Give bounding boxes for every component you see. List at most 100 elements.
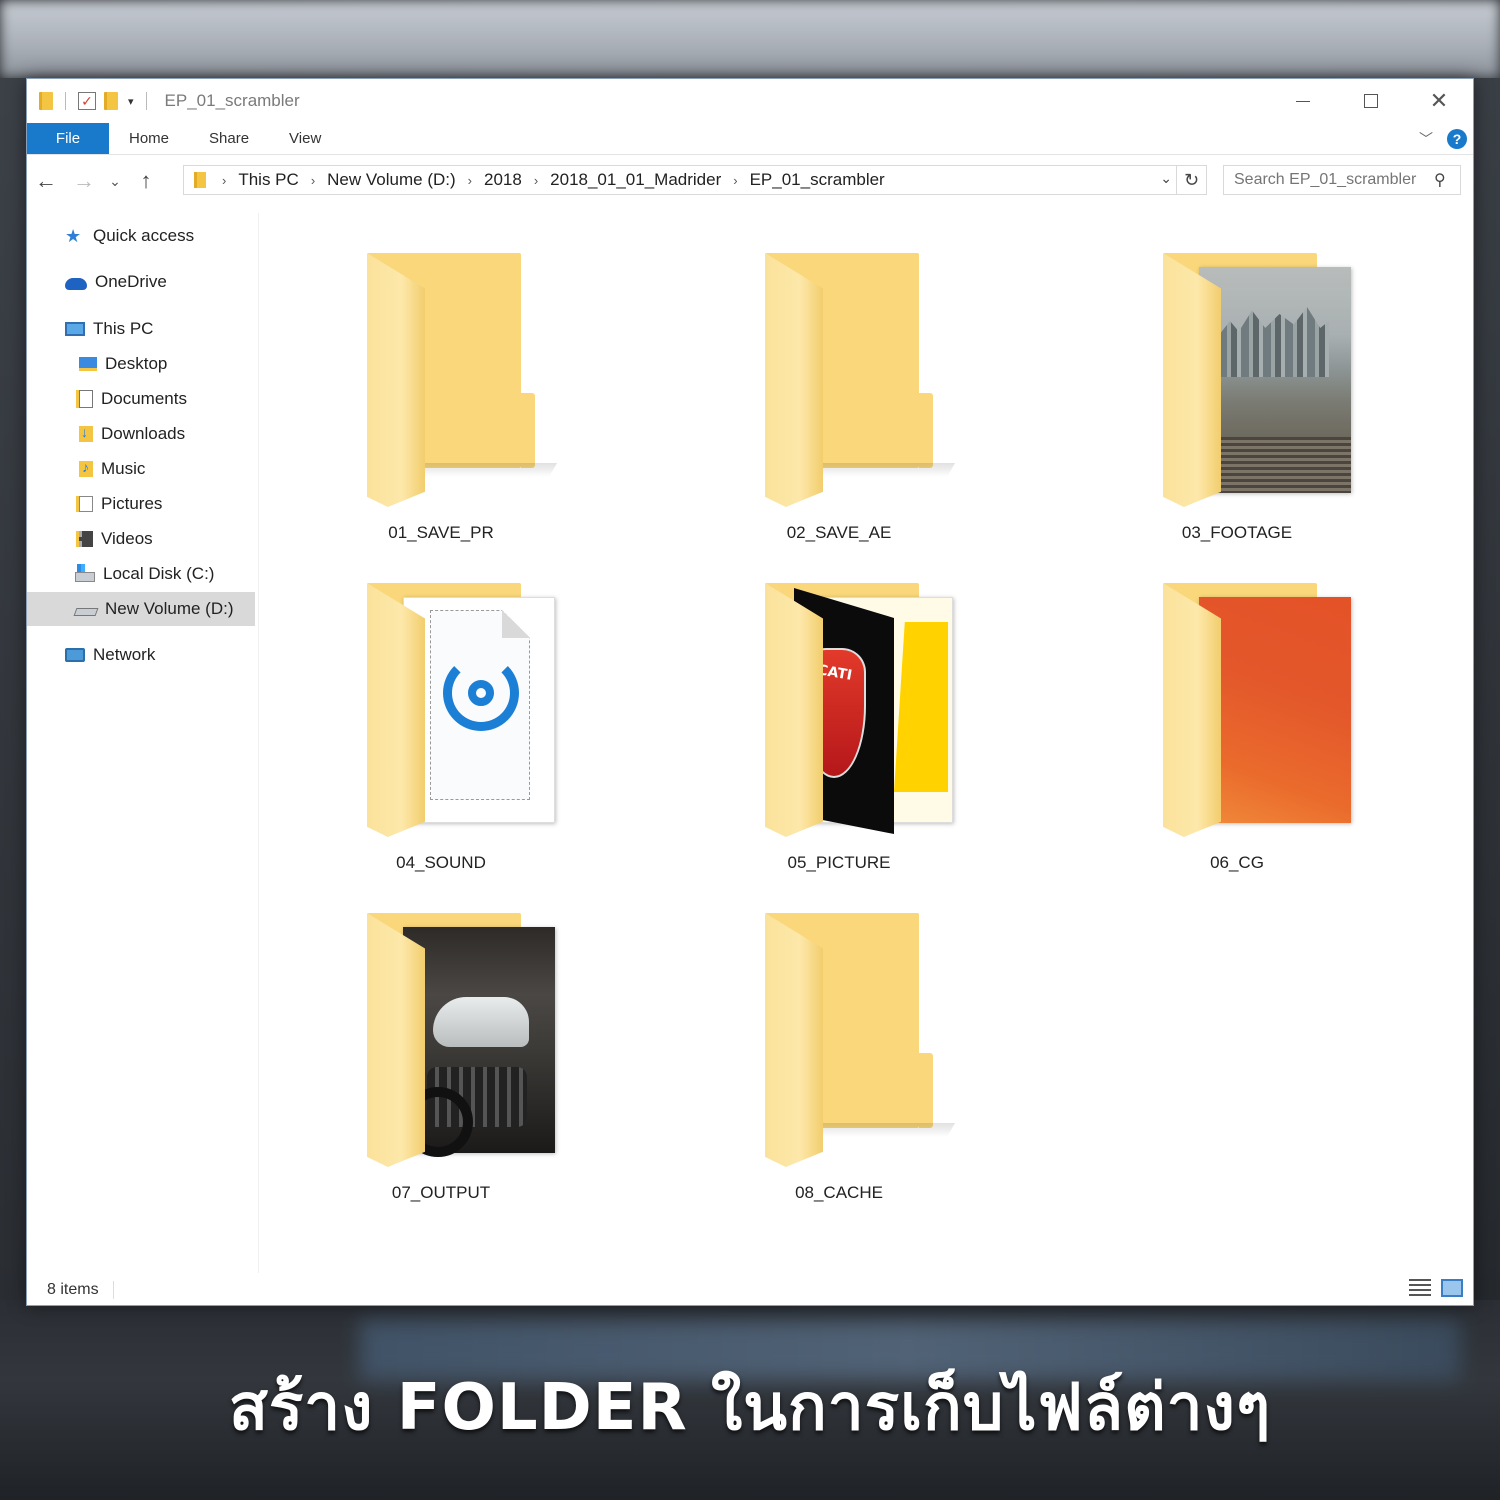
navigation-pane: ★ Quick access OneDrive This PC Desktop … — [27, 213, 259, 1273]
folder-name: 03_FOOTAGE — [1181, 523, 1293, 542]
address-folder-icon — [194, 172, 206, 188]
sidebar-item-downloads[interactable]: Downloads — [27, 417, 255, 451]
search-box[interactable]: ⚲ — [1223, 165, 1461, 195]
yellow-graphic — [894, 622, 948, 792]
sidebar-item-label: Network — [93, 645, 156, 664]
sidebar-item-label: Quick access — [93, 226, 195, 245]
minimize-button[interactable] — [1269, 79, 1337, 123]
sidebar-item-videos[interactable]: Videos — [27, 522, 255, 556]
audio-app-logo-icon — [443, 655, 519, 731]
quick-access-toolbar: ✓ ▾ — [39, 92, 151, 110]
navigation-bar: ← → ⌄ ↑ › This PC › New Volume (D:) › 20… — [27, 163, 1473, 199]
window-controls: ✕ — [1269, 79, 1473, 123]
sidebar-item-this-pc[interactable]: This PC — [27, 312, 255, 346]
city-photo-thumbnail — [1199, 267, 1351, 493]
sidebar-item-music[interactable]: Music — [27, 452, 255, 486]
folder-name: 05_PICTURE — [787, 853, 891, 872]
folder-item[interactable]: 06_CG — [1107, 583, 1367, 893]
close-button[interactable]: ✕ — [1405, 79, 1473, 123]
music-folder-icon — [79, 459, 93, 477]
folder-front — [367, 253, 425, 507]
ribbon-tabs: File Home Share View ﹀ ? — [27, 123, 1473, 155]
motorcycle-photo-thumbnail — [403, 927, 555, 1157]
caption-text: สร้าง FOLDER ในการเก็บไฟล์ต่างๆ — [228, 1371, 1272, 1445]
recent-locations-button[interactable]: ⌄ — [103, 165, 127, 197]
sidebar-item-label: Pictures — [101, 494, 163, 513]
videos-folder-icon — [79, 531, 93, 547]
folder-icon — [39, 92, 53, 110]
sidebar-item-desktop[interactable]: Desktop — [27, 347, 255, 381]
details-view-icon[interactable] — [1409, 1279, 1431, 1297]
sidebar-item-network[interactable]: Network — [27, 638, 255, 672]
folder-item[interactable]: 07_OUTPUT — [311, 913, 571, 1223]
background-left-blur — [0, 78, 26, 1308]
folder-icon — [1163, 253, 1353, 513]
folder-front — [367, 913, 425, 1167]
breadcrumb-new-volume[interactable]: New Volume (D:) — [327, 170, 455, 190]
breadcrumb-this-pc[interactable]: This PC — [238, 170, 298, 190]
folder-item[interactable]: 05_PICTURE — [709, 583, 969, 893]
address-bar[interactable]: › This PC › New Volume (D:) › 2018 › 201… — [183, 165, 1207, 195]
drive-icon — [73, 608, 99, 616]
maximize-button[interactable] — [1337, 79, 1405, 123]
up-arrow-icon: ↑ — [140, 168, 152, 193]
folder-item[interactable]: 02_SAVE_AE — [709, 253, 969, 563]
tab-home[interactable]: Home — [109, 123, 189, 154]
sidebar-item-local-disk[interactable]: Local Disk (C:) — [27, 557, 255, 591]
folder-grid: 01_SAVE_PR 02_SAVE_AE 03_FOOTAGE 04_SOUN… — [259, 213, 1473, 1273]
search-icon[interactable]: ⚲ — [1434, 170, 1446, 190]
up-button[interactable]: ↑ — [127, 165, 165, 197]
folder-name: 07_OUTPUT — [391, 1183, 491, 1202]
refresh-button[interactable]: ↻ — [1176, 166, 1206, 194]
folder-icon — [367, 913, 557, 1173]
breadcrumb-madrider[interactable]: 2018_01_01_Madrider — [550, 170, 721, 190]
breadcrumb-separator-icon[interactable]: › — [311, 173, 315, 188]
ribbon-right-controls: ﹀ ? — [1419, 123, 1467, 155]
tab-share[interactable]: Share — [189, 123, 269, 154]
sidebar-item-label: Documents — [101, 389, 187, 408]
new-folder-icon[interactable] — [104, 92, 118, 110]
folder-name: 01_SAVE_PR — [388, 523, 494, 542]
sidebar-item-documents[interactable]: Documents — [27, 382, 255, 416]
folder-item[interactable]: 01_SAVE_PR — [311, 253, 571, 563]
sidebar-item-pictures[interactable]: Pictures — [27, 487, 255, 521]
sidebar-item-new-volume[interactable]: New Volume (D:) — [27, 592, 255, 626]
document-page — [430, 610, 530, 800]
customize-toolbar-dropdown-icon[interactable]: ▾ — [128, 95, 134, 108]
sidebar-item-quick-access[interactable]: ★ Quick access — [27, 219, 255, 253]
folder-item[interactable]: 03_FOOTAGE — [1107, 253, 1367, 563]
large-icons-view-icon[interactable] — [1441, 1279, 1463, 1297]
network-icon — [65, 648, 85, 662]
background-taskbar-blur — [0, 0, 1500, 78]
sidebar-item-label: Videos — [101, 529, 153, 548]
folder-item[interactable]: 04_SOUND — [311, 583, 571, 893]
address-history-chevron-icon[interactable]: ⌄ — [1160, 170, 1172, 187]
folder-icon — [765, 253, 956, 513]
tab-file[interactable]: File — [27, 123, 109, 154]
close-icon: ✕ — [1429, 88, 1449, 113]
breadcrumb-separator-icon[interactable]: › — [468, 173, 472, 188]
status-divider — [112, 1281, 114, 1299]
breadcrumb-separator-icon[interactable]: › — [733, 173, 737, 188]
sidebar-item-onedrive[interactable]: OneDrive — [27, 265, 255, 299]
breadcrumb: › This PC › New Volume (D:) › 2018 › 201… — [210, 170, 885, 190]
pictures-folder-icon — [79, 496, 93, 512]
folder-item[interactable]: 08_CACHE — [709, 913, 969, 1223]
toolbar-divider — [145, 92, 147, 110]
sidebar-item-label: This PC — [93, 319, 154, 338]
help-icon[interactable]: ? — [1447, 129, 1467, 149]
breadcrumb-ep01[interactable]: EP_01_scrambler — [750, 170, 885, 190]
tab-view[interactable]: View — [269, 123, 341, 154]
back-button[interactable]: ← — [27, 165, 65, 197]
breadcrumb-separator-icon[interactable]: › — [222, 173, 226, 188]
breadcrumb-separator-icon[interactable]: › — [534, 173, 538, 188]
forward-button[interactable]: → — [65, 165, 103, 197]
folder-name: 06_CG — [1210, 853, 1264, 872]
breadcrumb-2018[interactable]: 2018 — [484, 170, 522, 190]
folder-front — [1163, 253, 1221, 507]
search-input[interactable] — [1234, 171, 1430, 189]
minimize-icon — [1296, 100, 1310, 102]
properties-check-icon[interactable]: ✓ — [78, 92, 96, 110]
folder-icon — [765, 913, 956, 1173]
expand-ribbon-chevron-icon[interactable]: ﹀ — [1419, 129, 1433, 149]
